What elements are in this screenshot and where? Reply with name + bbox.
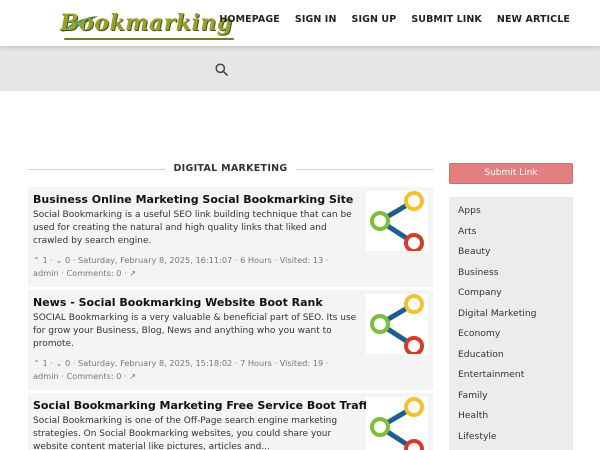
submit-link-button[interactable]: Submit Link	[449, 163, 573, 184]
post-author[interactable]: admin	[33, 371, 59, 381]
external-link-icon[interactable]: ↗	[129, 371, 136, 381]
nav-sign-up[interactable]: SIGN UP	[352, 14, 397, 25]
nav-sign-in[interactable]: SIGN IN	[295, 14, 337, 25]
post-age: 7 Hours	[240, 358, 272, 368]
post-card: Business Online Marketing Social Bookmar…	[28, 187, 433, 287]
nav-new-article[interactable]: NEW ARTICLE	[497, 14, 570, 25]
category-health[interactable]: Health	[458, 408, 537, 429]
post-title[interactable]: Business Online Marketing Social Bookmar…	[33, 193, 353, 206]
category-company[interactable]: Company	[458, 285, 537, 306]
upvote-count: 1	[42, 358, 48, 368]
main-nav: HOMEPAGE SIGN IN SIGN UP SUBMIT LINK NEW…	[219, 0, 570, 38]
main-content: DIGITAL MARKETING Business Online Market…	[28, 155, 433, 450]
category-entertainment[interactable]: Entertainment	[458, 367, 537, 388]
comment-count[interactable]: Comments: 0	[66, 371, 121, 381]
site-header: Bookmarking HOMEPAGE SIGN IN SIGN UP SUB…	[0, 0, 600, 46]
upvote-icon[interactable]: ⌃	[33, 255, 40, 265]
logo-underline	[64, 38, 234, 40]
category-arts[interactable]: Arts	[458, 224, 537, 245]
post-card: News - Social Bookmarking Website Boot R…	[28, 290, 433, 390]
search-icon[interactable]	[215, 63, 228, 76]
visit-count: Visited: 19	[279, 358, 324, 368]
category-economy[interactable]: Economy	[458, 326, 537, 347]
category-business[interactable]: Business	[458, 265, 537, 286]
share-network-image[interactable]	[366, 397, 428, 450]
category-digital-marketing[interactable]: Digital Marketing	[458, 306, 537, 327]
downvote-icon[interactable]: ⌄	[56, 358, 63, 368]
comment-count[interactable]: Comments: 0	[66, 268, 121, 278]
logo-text: Bookmarking	[60, 10, 233, 36]
category-apps[interactable]: Apps	[458, 203, 537, 224]
post-title[interactable]: News - Social Bookmarking Website Boot R…	[33, 296, 323, 309]
post-date: Saturday, February 8, 2025, 16:11:07	[78, 255, 233, 265]
visit-count: Visited: 13	[279, 255, 324, 265]
upvote-icon[interactable]: ⌃	[33, 358, 40, 368]
category-list: Apps Arts Beauty Business Company Digita…	[449, 197, 573, 450]
category-family[interactable]: Family	[458, 388, 537, 409]
search-bar	[0, 46, 600, 91]
share-network-image[interactable]	[366, 191, 428, 251]
divider	[296, 169, 433, 170]
category-education[interactable]: Education	[458, 347, 537, 368]
post-age: 6 Hours	[240, 255, 272, 265]
post-card: Social Bookmarking Marketing Free Servic…	[28, 393, 433, 450]
post-title[interactable]: Social Bookmarking Marketing Free Servic…	[33, 399, 377, 412]
post-description: Social Bookmarking is a useful SEO link …	[33, 210, 352, 246]
post-description: Social Bookmarking is one of the Off-Pag…	[33, 416, 338, 450]
downvote-count: 0	[65, 358, 71, 368]
category-beauty[interactable]: Beauty	[458, 244, 537, 265]
share-network-image[interactable]	[366, 294, 428, 354]
nav-homepage[interactable]: HOMEPAGE	[219, 14, 280, 25]
downvote-icon[interactable]: ⌄	[56, 255, 63, 265]
post-date: Saturday, February 8, 2025, 15:18:02	[78, 358, 233, 368]
downvote-count: 0	[65, 255, 71, 265]
post-author[interactable]: admin	[33, 268, 59, 278]
nav-submit-link[interactable]: SUBMIT LINK	[411, 14, 482, 25]
post-description: SOCIAL Bookmarking is a very valuable & …	[33, 313, 357, 349]
post-meta: ⌃ 1 · ⌄ 0 · Saturday, February 8, 2025, …	[33, 255, 329, 278]
category-lifestyle[interactable]: Lifestyle	[458, 429, 537, 450]
site-logo[interactable]: Bookmarking	[30, 6, 234, 40]
post-meta: ⌃ 1 · ⌄ 0 · Saturday, February 8, 2025, …	[33, 358, 329, 381]
external-link-icon[interactable]: ↗	[129, 268, 136, 278]
section-heading: DIGITAL MARKETING	[28, 155, 433, 181]
upvote-count: 1	[42, 255, 48, 265]
